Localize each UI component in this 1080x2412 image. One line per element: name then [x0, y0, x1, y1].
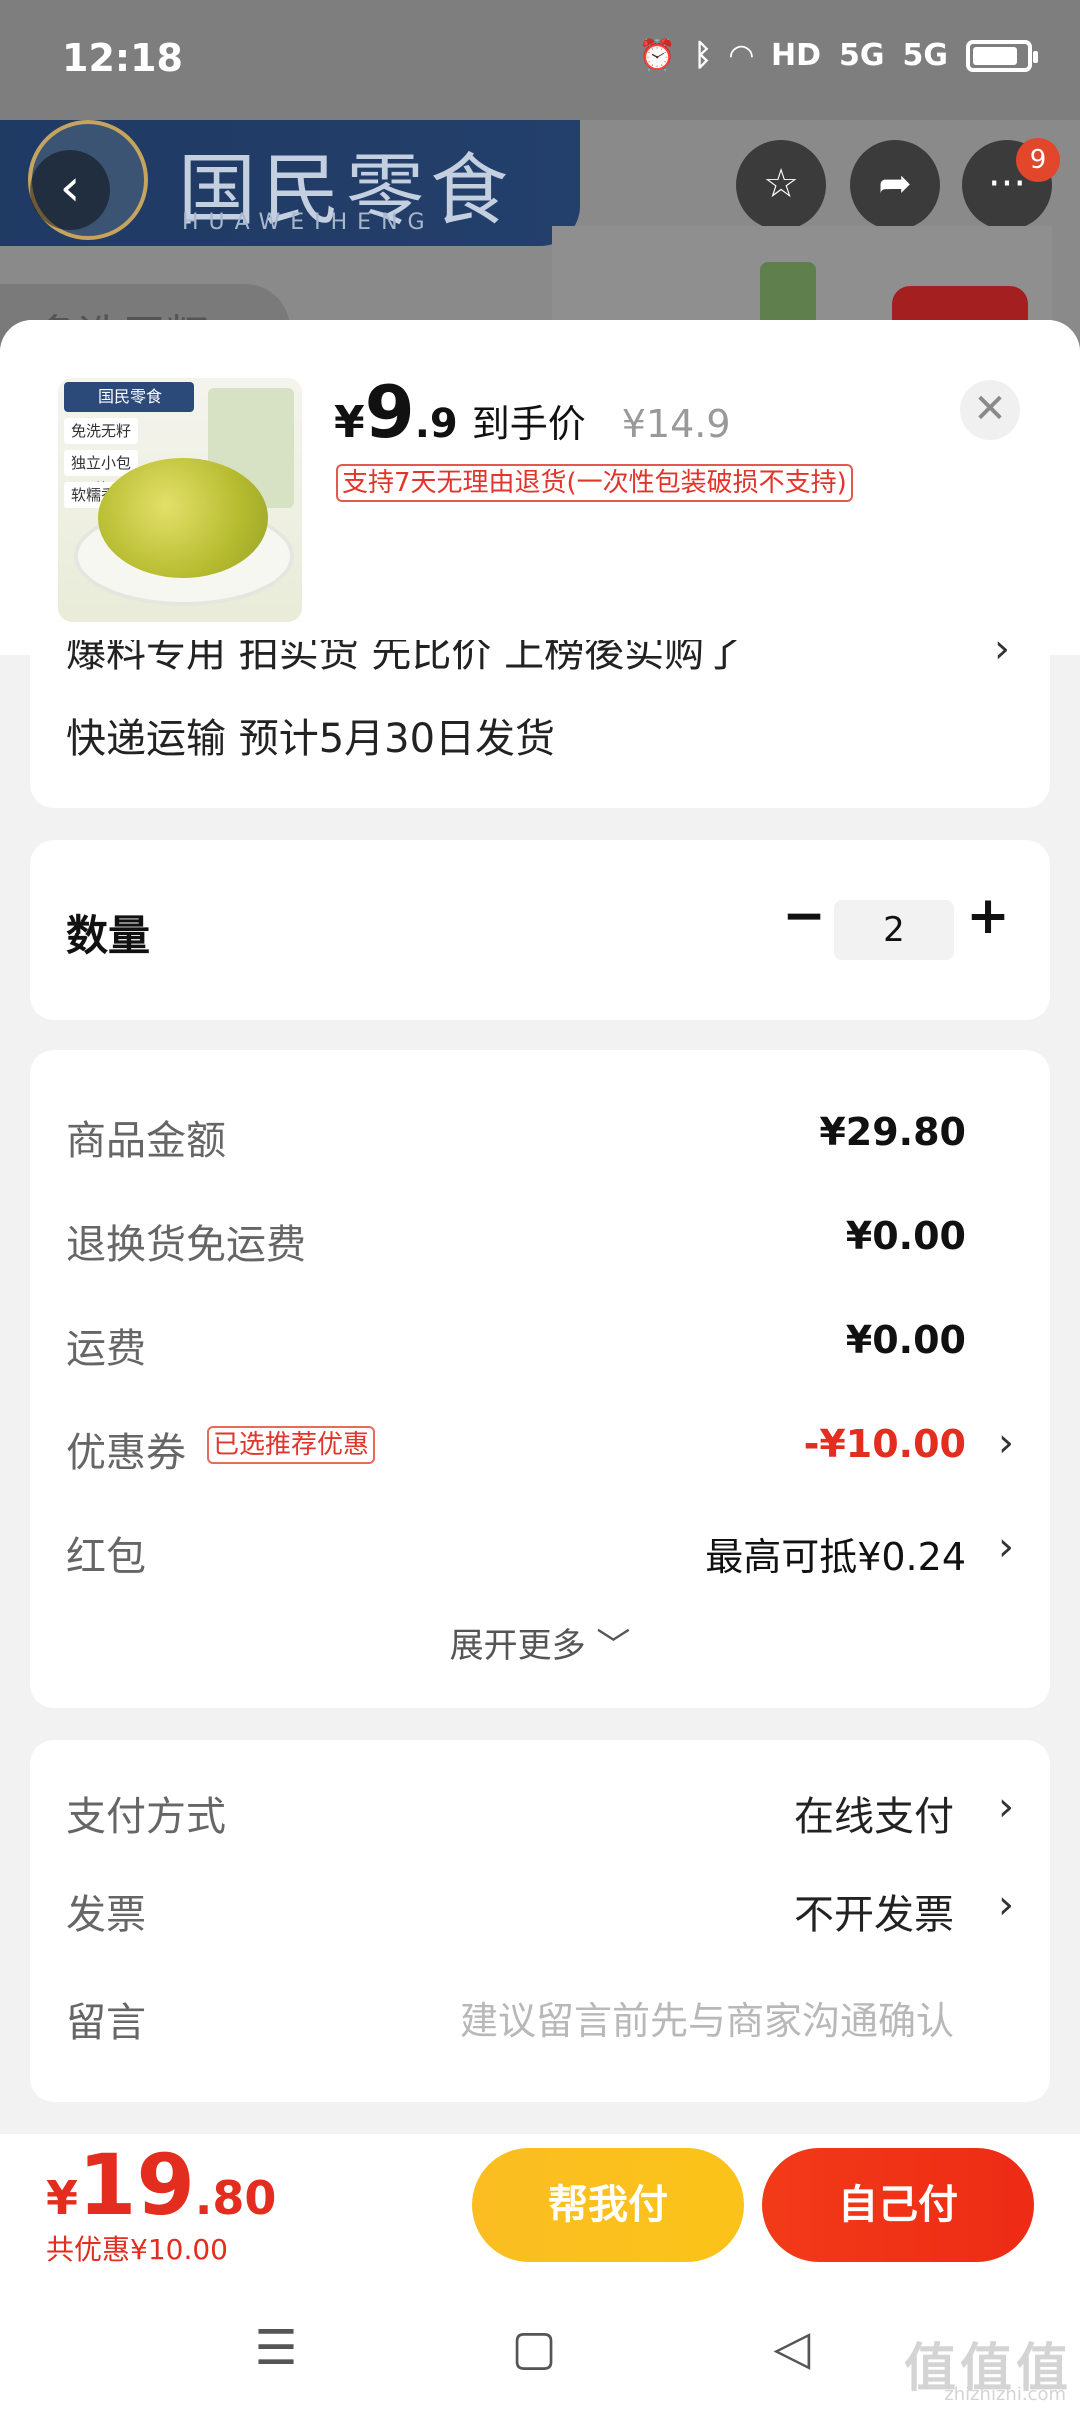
favorite-star-icon[interactable]: ☆ — [736, 140, 826, 230]
payment-method-label: 支付方式 — [66, 1794, 226, 1840]
coupon-value: -¥10.00 — [803, 1422, 966, 1466]
self-pay-button[interactable]: 自己付 — [762, 2148, 1034, 2262]
payment-method-row[interactable]: 支付方式 在线支付 › — [66, 1778, 1014, 1840]
goods-amount-row: 商品金额 ¥29.80 — [66, 1102, 1014, 1164]
shipping-fee-value: ¥0.00 — [845, 1318, 966, 1362]
total-price: ¥ 19 .80 — [46, 2136, 276, 2234]
home-icon[interactable]: ▢ — [504, 2318, 564, 2378]
price-symbol: ¥ — [334, 397, 365, 448]
total-price-integer: 19 — [78, 2136, 195, 2234]
product-raisins — [98, 458, 268, 578]
total-price-symbol: ¥ — [46, 2171, 79, 2225]
signal-5g-icon: 5G — [902, 38, 949, 73]
price-integer: 9 — [364, 370, 415, 454]
quantity-card: 数量 − 2 + — [30, 840, 1050, 1020]
invoice-label: 发票 — [66, 1892, 146, 1938]
red-packet-row[interactable]: 红包 最高可抵¥0.24 › — [66, 1518, 1014, 1580]
bluetooth-icon: ᛒ — [693, 38, 712, 73]
quantity-label: 数量 — [66, 911, 151, 960]
quantity-minus-button[interactable]: − — [774, 888, 834, 948]
red-packet-value: 最高可抵¥0.24 — [705, 1535, 966, 1579]
message-row[interactable]: 留言 建议留言前先与商家沟通确认 — [66, 1984, 1014, 2046]
price-label: 到手价 — [471, 402, 586, 446]
shipping-fee-row: 运费 ¥0.00 — [66, 1310, 1014, 1372]
close-icon[interactable]: ✕ — [960, 380, 1020, 440]
coupon-tag: 已选推荐优惠 — [207, 1426, 376, 1464]
message-input[interactable]: 建议留言前先与商家沟通确认 — [460, 1990, 954, 2045]
alarm-icon: ⏰ — [638, 38, 676, 73]
coupon-label: 优惠券 — [66, 1430, 186, 1476]
price-row: ¥ 9 .9 到手价 ¥14.9 — [334, 370, 731, 454]
store-pinyin: HUAWEIHENG — [182, 210, 435, 235]
message-label: 留言 — [66, 2000, 146, 2046]
return-shipping-label: 退换货免运费 — [66, 1222, 306, 1268]
signal-5g-icon: 5G — [839, 38, 885, 73]
status-time: 12:18 — [62, 36, 183, 80]
battery-icon — [966, 39, 1038, 72]
original-price: ¥14.9 — [621, 402, 731, 446]
shipping-estimate: 快递运输 预计5月30日发货 — [66, 716, 556, 762]
coupon-row[interactable]: 优惠券 已选推荐优惠 -¥10.00 › — [66, 1414, 1014, 1476]
status-icons: ⏰ ᛒ ◠ HD 5G 5G — [638, 38, 1038, 73]
goods-amount-value: ¥29.80 — [819, 1110, 966, 1154]
menu-icon[interactable]: ☰ — [246, 2318, 306, 2378]
back-nav-icon[interactable]: ◁ — [762, 2318, 822, 2378]
quantity-plus-button[interactable]: + — [958, 888, 1018, 948]
payment-method-value: 在线支付 — [794, 1794, 954, 1840]
product-image-tag: 免洗无籽 — [64, 418, 138, 444]
back-icon[interactable]: ‹ — [30, 150, 110, 230]
wifi-icon: ◠ — [729, 38, 753, 73]
total-price-decimal: .80 — [194, 2171, 277, 2225]
return-shipping-row: 退换货免运费 ¥0.00 — [66, 1206, 1014, 1268]
status-bar: 12:18 ⏰ ᛒ ◠ HD 5G 5G — [0, 0, 1080, 120]
chevron-right-icon: › — [998, 1784, 1014, 1830]
return-policy-tag: 支持7天无理由退货(一次性包装破损不支持) — [336, 464, 853, 502]
address-text: 爆料专用 拍实货 先比价 上榜後实购了 — [66, 640, 745, 676]
address-card[interactable]: 爆料专用 拍实货 先比价 上榜後实购了 › 快递运输 预计5月30日发货 — [30, 640, 1050, 808]
hd-icon: HD — [770, 38, 821, 73]
product-image-logo: 国民零食 — [64, 382, 194, 412]
help-pay-button[interactable]: 帮我付 — [472, 2148, 744, 2262]
chevron-right-icon: › — [994, 640, 1010, 672]
total-discount: 共优惠¥10.00 — [46, 2233, 228, 2266]
return-shipping-value: ¥0.00 — [845, 1214, 966, 1258]
red-packet-label: 红包 — [66, 1534, 146, 1580]
watermark-url: zhizhizhi.com — [944, 2384, 1066, 2405]
invoice-row[interactable]: 发票 不开发票 › — [66, 1876, 1014, 1938]
fee-card: 商品金额 ¥29.80 退换货免运费 ¥0.00 运费 ¥0.00 优惠券 已选… — [30, 1050, 1050, 1708]
expand-more-button[interactable]: 展开更多 ﹀ — [30, 1618, 1050, 1667]
goods-amount-label: 商品金额 — [66, 1118, 226, 1164]
share-icon[interactable]: ➦ — [850, 140, 940, 230]
price-decimal: .9 — [414, 401, 458, 447]
invoice-value: 不开发票 — [794, 1892, 954, 1938]
notification-badge: 9 — [1016, 138, 1060, 182]
chevron-right-icon: › — [998, 1524, 1014, 1570]
chevron-right-icon: › — [998, 1882, 1014, 1928]
quantity-input[interactable]: 2 — [834, 900, 954, 960]
shipping-fee-label: 运费 — [66, 1326, 146, 1372]
product-image: 国民零食 免洗无籽 独立小包装 软糯香甜 — [58, 378, 302, 622]
chevron-right-icon: › — [998, 1420, 1014, 1466]
payment-card: 支付方式 在线支付 › 发票 不开发票 › 留言 建议留言前先与商家沟通确认 — [30, 1740, 1050, 2102]
